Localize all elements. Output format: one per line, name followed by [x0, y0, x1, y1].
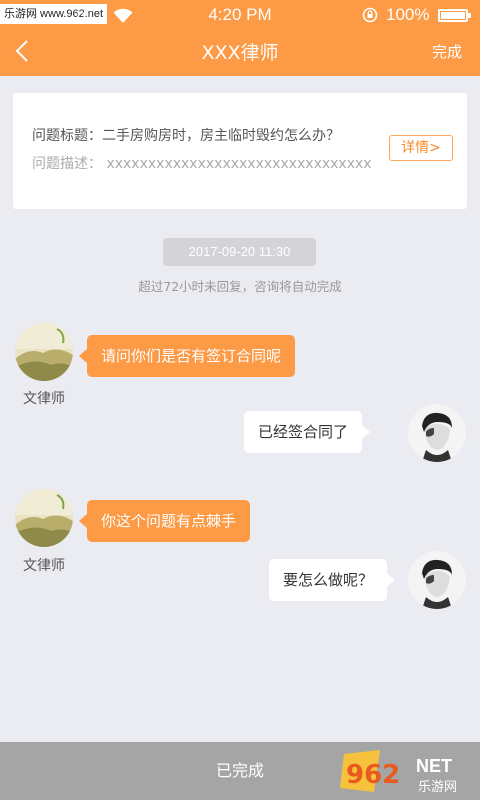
- auto-complete-note: 超过72小时未回复，咨询将自动完成: [138, 279, 342, 294]
- message-bubble-incoming: 你这个问题有点棘手: [78, 500, 251, 542]
- timestamp-badge: 2017-09-20 11:30: [163, 238, 316, 266]
- sender-name: 文律师: [23, 558, 65, 574]
- message-bubble-outgoing: 已经签合同了: [244, 411, 371, 453]
- battery-percent: 100%: [386, 5, 430, 24]
- site-logo: 962 NET 乐游网: [338, 748, 476, 796]
- details-button[interactable]: 详情>: [389, 135, 453, 161]
- app-header: 乐游网 www.962.net ni 4:20 PM 100% XXX律师 完成: [0, 0, 480, 76]
- logo-subtitle: 乐游网: [418, 780, 457, 795]
- question-card: 问题标题：二手房购房时，房主临时毁约怎么办？ 问题描述： xxxxxxxxxxx…: [13, 93, 467, 209]
- lawyer-avatar[interactable]: [15, 323, 73, 381]
- done-button[interactable]: 完成: [432, 41, 462, 62]
- message-bubble-outgoing: 要怎么做呢？: [269, 559, 396, 601]
- battery-icon: [438, 9, 471, 22]
- question-description: 问题描述： xxxxxxxxxxxxxxxxxxxxxxxxxxxxxxxx: [32, 156, 372, 172]
- user-avatar[interactable]: [408, 404, 466, 462]
- message-bubble-incoming: 请问你们是否有签订合同呢: [78, 335, 296, 377]
- lawyer-avatar[interactable]: [15, 489, 73, 547]
- user-avatar[interactable]: [408, 551, 466, 609]
- question-title: 问题标题：二手房购房时，房主临时毁约怎么办？: [32, 128, 340, 144]
- sender-name: 文律师: [23, 391, 65, 407]
- logo-number: 962: [346, 760, 400, 790]
- page-title: XXX律师: [201, 42, 279, 64]
- logo-suffix: NET: [416, 756, 452, 776]
- status-bar: 乐游网 www.962.net ni 4:20 PM 100%: [0, 0, 480, 30]
- rotation-lock-icon: [362, 7, 378, 23]
